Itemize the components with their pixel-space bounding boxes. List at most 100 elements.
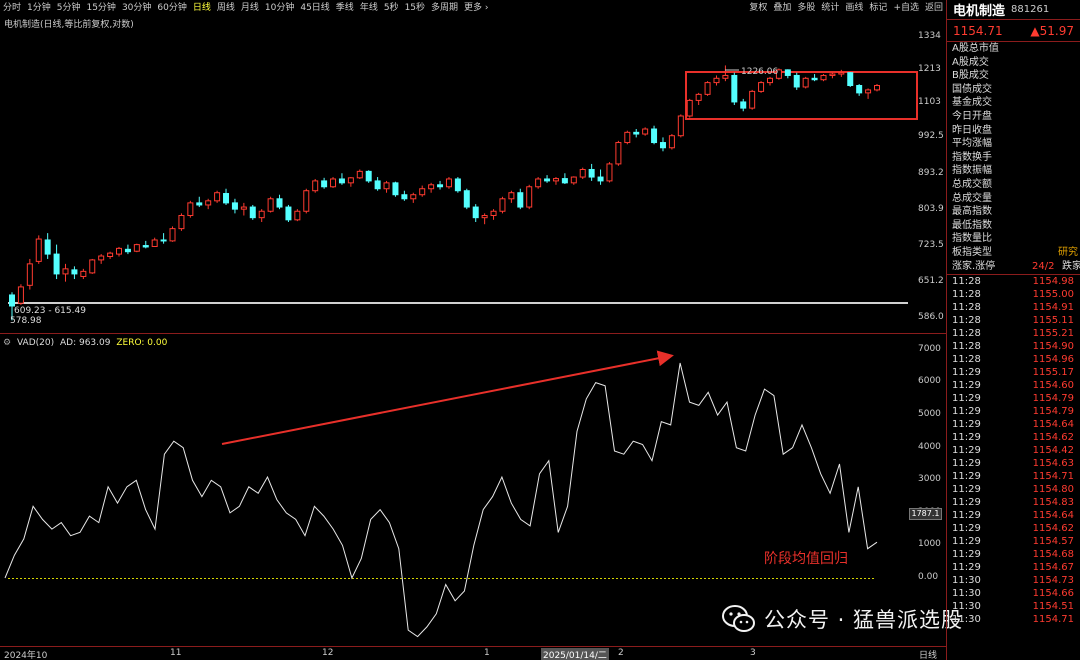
candle — [749, 89, 756, 110]
side-price-row: 1154.71 ▲51.97 — [947, 20, 1080, 42]
tick-row: 11:29 1154.64 — [952, 509, 1074, 521]
candle — [401, 190, 408, 201]
candle — [53, 244, 60, 280]
advance-label: 涨家.涨停 — [952, 260, 996, 272]
x-axis-label: 11 — [170, 648, 182, 658]
consolidation-box — [685, 71, 918, 120]
candle — [133, 243, 140, 253]
candle — [151, 237, 158, 247]
candle — [713, 75, 720, 86]
field-label: 今日开盘 — [952, 110, 992, 122]
candle — [142, 240, 149, 249]
candle — [597, 169, 604, 185]
index-name: 电机制造 — [953, 4, 1006, 19]
candle — [223, 188, 230, 205]
candle — [472, 204, 479, 223]
candle — [71, 266, 78, 280]
candle — [35, 235, 42, 264]
candle — [766, 76, 773, 86]
candle — [160, 233, 167, 244]
x-axis-label: 2024年10 — [4, 651, 48, 660]
candle — [356, 169, 363, 179]
vad-y-tick: 4000 — [918, 442, 941, 452]
candle — [44, 233, 51, 259]
type-right: 研究 — [1058, 246, 1078, 258]
candle — [178, 213, 185, 231]
candle — [116, 246, 123, 257]
candle — [205, 198, 212, 210]
candle — [811, 74, 818, 82]
x-axis-label: 12 — [322, 648, 334, 658]
candle — [695, 92, 702, 106]
panel-divider — [0, 333, 946, 334]
price-y-tick: 723.5 — [918, 240, 944, 250]
field-label: 指数振幅 — [952, 165, 992, 177]
candle — [526, 184, 533, 210]
vad-y-tick: 3000 — [918, 474, 941, 484]
tick-row: 11:29 1154.62 — [952, 522, 1074, 534]
candle — [499, 196, 506, 214]
x-axis-label: 2025/01/14/二 — [541, 648, 609, 660]
tick-row: 11:30 1154.73 — [952, 574, 1074, 586]
vad-y-tick: 0.00 — [918, 572, 939, 582]
advance-row: 涨家.涨停 24/2 跌家 — [947, 260, 1080, 274]
side-header: 电机制造 881261 — [947, 0, 1080, 20]
advance-value: 24/2 — [1032, 260, 1055, 272]
settings-icon[interactable]: ⚙ — [3, 338, 11, 348]
candle — [312, 178, 319, 193]
tick-table: 11:28 1154.98 11:28 1155.00 11:28 1154.91 11:2… — [947, 273, 1080, 626]
candle — [552, 177, 559, 185]
candle — [231, 198, 238, 214]
candle — [829, 72, 836, 79]
field-label: 国债成交 — [952, 83, 992, 95]
candle — [624, 130, 631, 145]
candle — [579, 167, 586, 179]
tick-row: 11:28 1155.11 — [952, 314, 1074, 326]
candle — [330, 177, 337, 188]
candle — [802, 76, 809, 89]
candle — [89, 258, 96, 274]
tick-row: 11:29 1154.67 — [952, 561, 1074, 573]
candle — [784, 69, 791, 79]
vad-y-tick: 7000 — [918, 344, 941, 354]
candle — [651, 125, 658, 145]
candle — [392, 181, 399, 197]
x-axis: 日线 2024年10 11 12 1 2025/01/14/二 2 3 — [0, 646, 946, 660]
candle — [428, 182, 435, 193]
candle — [303, 188, 310, 214]
candle — [62, 263, 69, 282]
tick-row: 11:29 1154.79 — [952, 392, 1074, 404]
candle — [258, 209, 265, 223]
x-axis-type[interactable]: 日线 — [919, 648, 937, 660]
price-y-tick: 586.0 — [918, 312, 944, 322]
candle — [463, 188, 470, 210]
vad-zero: ZERO: 0.00 — [116, 338, 168, 348]
field-label: 基金成交 — [952, 97, 992, 109]
candle — [249, 204, 256, 220]
tick-row: 11:29 1154.64 — [952, 418, 1074, 430]
field-label: 总成交量 — [952, 192, 992, 204]
field-label: 指数量比 — [952, 233, 992, 245]
candle — [570, 176, 577, 185]
candle — [731, 72, 738, 106]
watermark-text: 公众号 · 猛兽派选股 — [764, 608, 964, 632]
candle — [758, 81, 765, 93]
field-label: 昨日收盘 — [952, 124, 992, 136]
candle — [561, 173, 568, 185]
price-y-tick: 803.9 — [918, 204, 944, 214]
candle — [659, 137, 666, 152]
candle — [606, 162, 613, 183]
vad-line — [4, 362, 878, 638]
candle — [294, 209, 301, 222]
candle — [321, 177, 328, 189]
tick-row: 11:30 1154.66 — [952, 587, 1074, 599]
low-label: 578.98 — [10, 316, 42, 326]
candle — [847, 72, 854, 87]
tick-row: 11:28 1154.90 — [952, 340, 1074, 352]
candlestick-series — [9, 65, 880, 321]
decline-label: 跌家 — [1062, 260, 1080, 272]
tick-row: 11:29 1154.63 — [952, 457, 1074, 469]
candle — [374, 177, 381, 191]
annotation-text: 阶段均值回归 — [764, 551, 848, 567]
tick-row: 11:29 1154.60 — [952, 379, 1074, 391]
